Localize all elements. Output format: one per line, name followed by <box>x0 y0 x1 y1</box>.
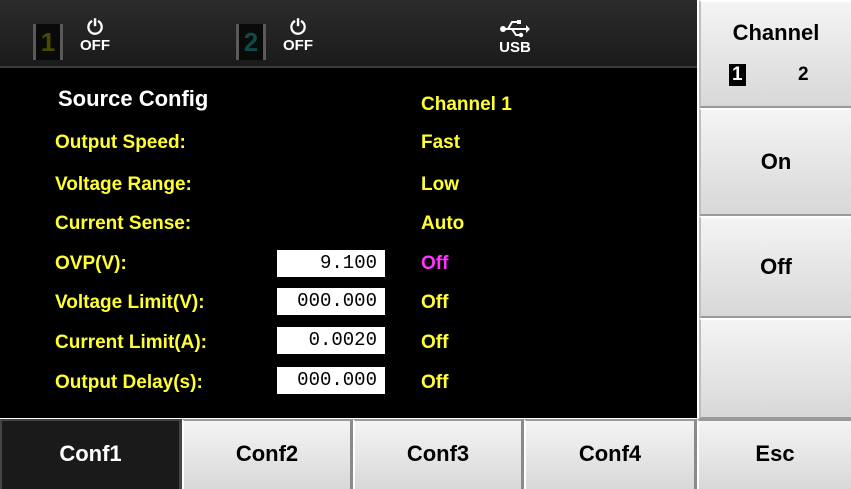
channel1-power-off-icon: ⏻ OFF <box>76 16 114 66</box>
on-button[interactable]: On <box>699 108 851 216</box>
current-limit-input[interactable]: 0.0020 <box>277 327 385 354</box>
current-limit-state-value[interactable]: Off <box>421 332 448 354</box>
channel-button-label: Channel <box>732 20 820 45</box>
current-limit-label: Current Limit(A): <box>55 332 207 353</box>
output-delay-state-value[interactable]: Off <box>421 372 448 394</box>
status-bar: 1 ⏻ OFF 2 ⏻ OFF USB <box>0 0 697 68</box>
voltage-limit-state-value[interactable]: Off <box>421 292 448 314</box>
conf3-button[interactable]: Conf3 <box>353 419 524 489</box>
voltage-limit-input[interactable]: 000.000 <box>277 288 385 315</box>
channel2-number: 2 <box>243 27 259 57</box>
esc-button[interactable]: Esc <box>697 419 851 489</box>
ovp-input[interactable]: 9.100 <box>277 250 385 277</box>
current-sense-value[interactable]: Auto <box>421 213 464 235</box>
voltage-range-value[interactable]: Low <box>421 174 459 196</box>
channel-header: Channel 1 <box>421 94 512 115</box>
channel1-indicator: 1 <box>33 24 63 60</box>
conf2-button[interactable]: Conf2 <box>182 419 353 489</box>
channel-option-2: 2 <box>798 64 809 85</box>
usb-label: USB <box>499 39 531 56</box>
conf1-button[interactable]: Conf1 <box>0 419 182 489</box>
conf4-button[interactable]: Conf4 <box>524 419 697 489</box>
usb-icon: USB <box>495 18 535 64</box>
channel-option-1: 1 <box>729 64 746 86</box>
channel-select-button[interactable]: Channel 1 2 <box>699 0 851 108</box>
channel2-indicator: 2 <box>236 24 266 60</box>
channel1-number: 1 <box>40 27 56 57</box>
ovp-label: OVP(V): <box>55 253 127 274</box>
output-delay-label: Output Delay(s): <box>55 372 203 393</box>
ovp-state-value[interactable]: Off <box>421 253 448 275</box>
blank-soft-key[interactable] <box>699 318 851 419</box>
output-delay-input[interactable]: 000.000 <box>277 367 385 394</box>
voltage-limit-label: Voltage Limit(V): <box>55 292 205 313</box>
output-speed-label: Output Speed: <box>55 132 186 153</box>
channel2-power-off-icon: ⏻ OFF <box>279 16 317 66</box>
voltage-range-label: Voltage Range: <box>55 174 192 195</box>
page-title: Source Config <box>58 86 209 111</box>
display-panel: 1 ⏻ OFF 2 ⏻ OFF USB Source Config Channe… <box>0 0 697 418</box>
off-button[interactable]: Off <box>699 216 851 318</box>
output-speed-value[interactable]: Fast <box>421 132 460 154</box>
current-sense-label: Current Sense: <box>55 213 192 234</box>
channel2-state: OFF <box>283 37 313 54</box>
channel1-state: OFF <box>80 37 110 54</box>
